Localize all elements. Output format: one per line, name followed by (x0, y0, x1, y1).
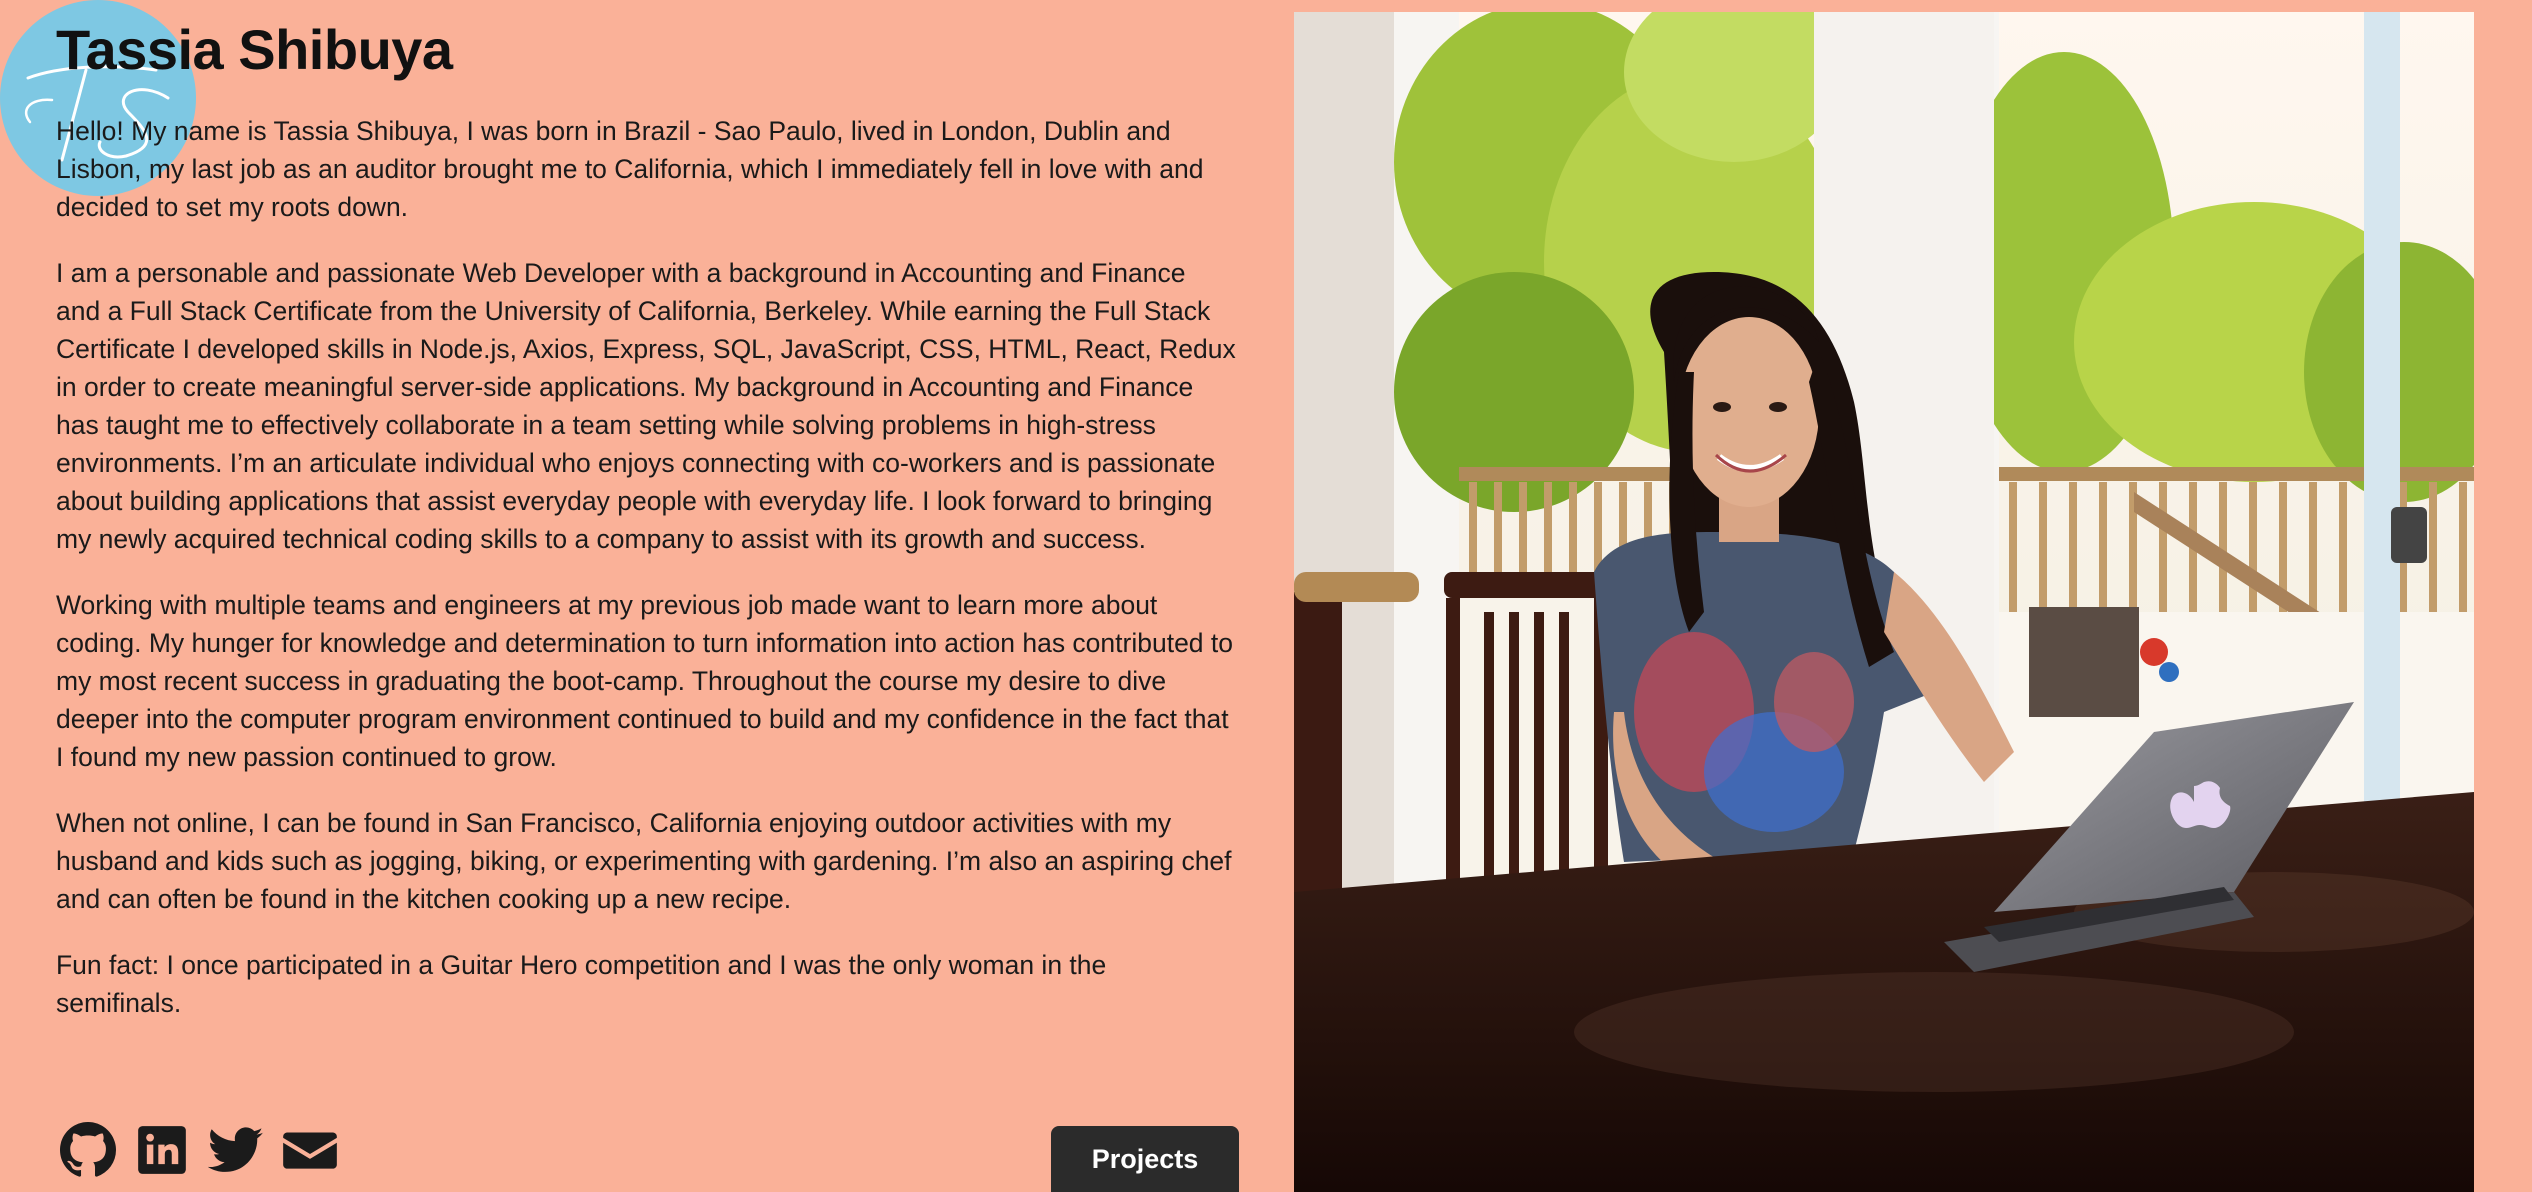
twitter-link[interactable] (208, 1122, 264, 1178)
bio-paragraph-background: I am a personable and passionate Web Dev… (56, 258, 1236, 554)
twitter-icon (208, 1127, 264, 1172)
github-link[interactable] (60, 1122, 116, 1178)
bio-paragraph-experience: Working with multiple teams and engineer… (56, 590, 1234, 772)
about-section: Tassia Shibuya Hello! My name is Tassia … (0, 0, 1292, 1192)
social-links (60, 1122, 338, 1178)
bio: Hello! My name is Tassia Shibuya, I was … (56, 112, 1236, 1050)
portrait-illustration (1294, 12, 2474, 1192)
email-link[interactable] (282, 1122, 338, 1178)
github-icon (60, 1122, 116, 1177)
projects-button[interactable]: Projects (1051, 1126, 1239, 1192)
bio-paragraph-intro: Hello! My name is Tassia Shibuya, I was … (56, 116, 1204, 222)
bio-paragraph-fun-fact: Fun fact: I once participated in a Guita… (56, 950, 1107, 1018)
envelope-icon (283, 1132, 337, 1169)
bio-paragraph-hobbies: When not online, I can be found in San F… (56, 808, 1232, 914)
profile-photo (1294, 12, 2474, 1192)
linkedin-link[interactable] (134, 1122, 190, 1178)
linkedin-icon (138, 1126, 186, 1174)
page-title: Tassia Shibuya (56, 18, 453, 81)
